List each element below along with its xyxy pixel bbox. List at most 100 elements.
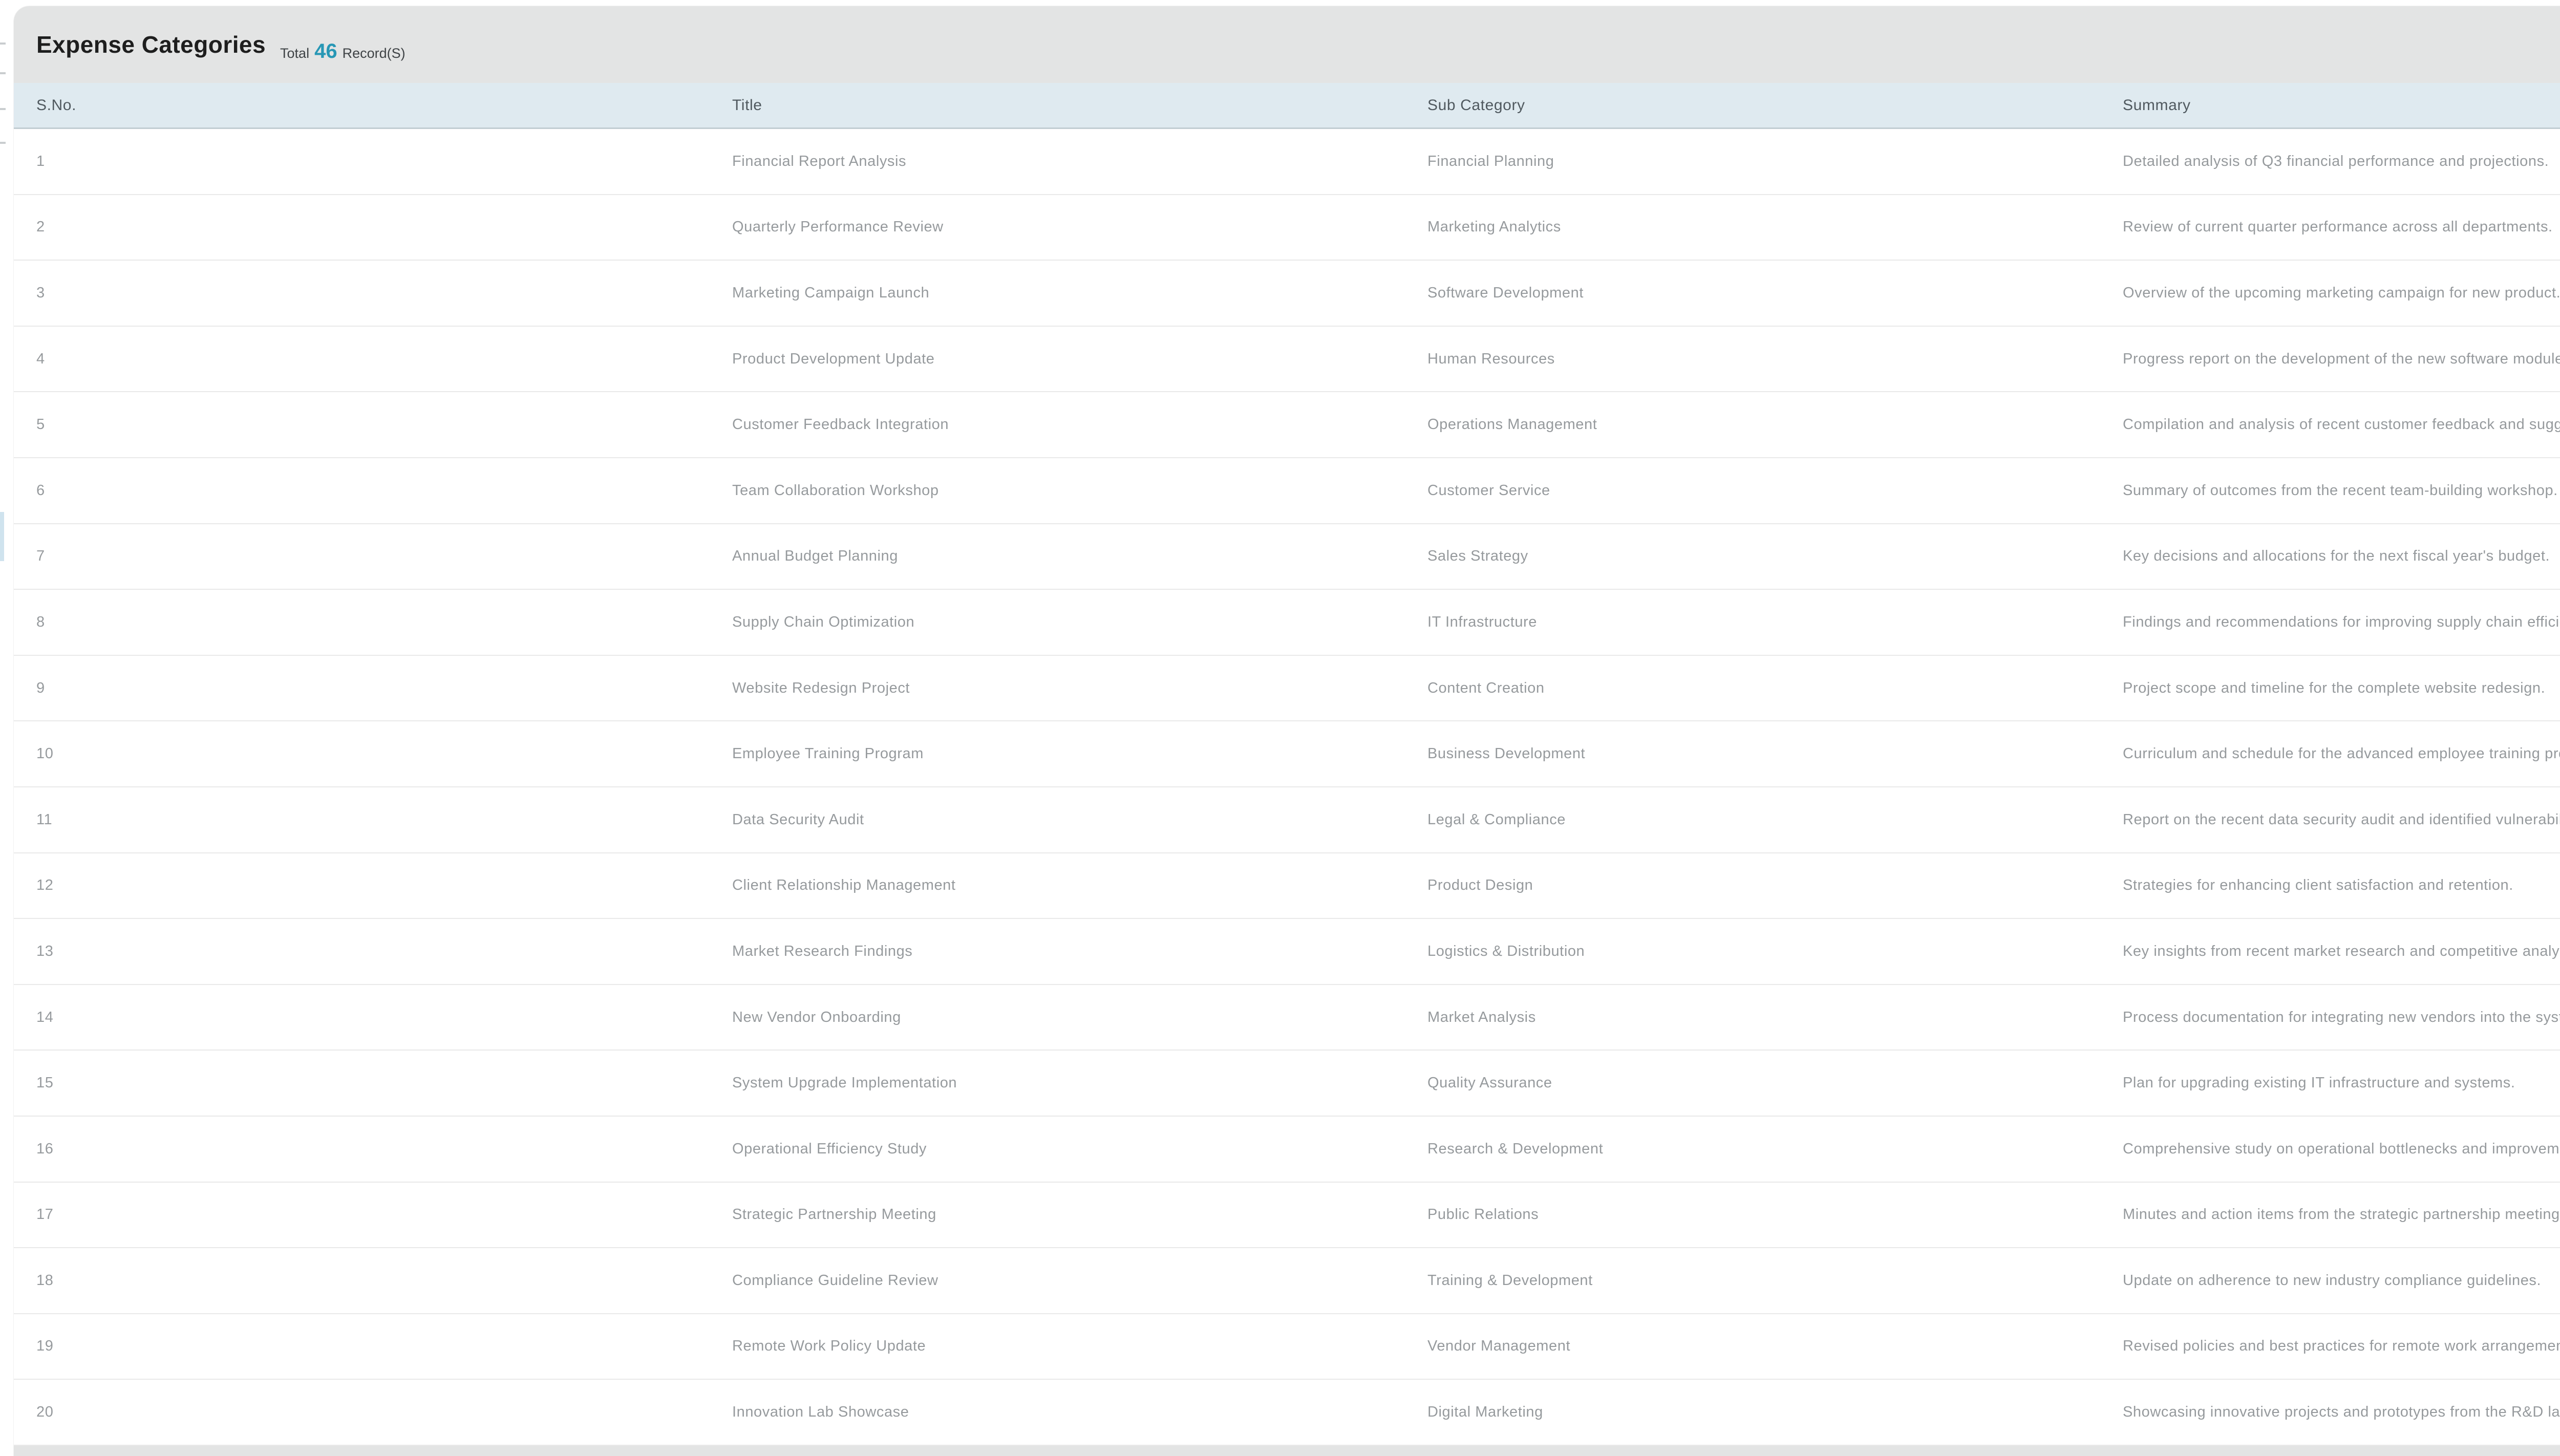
table-row: 13 Market Research Findings Logistics & … bbox=[14, 919, 2560, 985]
cell-title: New Vendor Onboarding bbox=[732, 1009, 901, 1025]
left-edge-artifact bbox=[0, 142, 6, 144]
cell-summary: Findings and recommendations for improvi… bbox=[2123, 613, 2560, 630]
table-row: 7 Annual Budget Planning Sales Strategy … bbox=[14, 524, 2560, 590]
cell-title: Website Redesign Project bbox=[732, 679, 910, 696]
column-header-summary: Summary bbox=[2123, 96, 2191, 114]
cell-title: Customer Feedback Integration bbox=[732, 416, 949, 433]
cell-sno: 10 bbox=[36, 745, 54, 762]
cell-sub-category: Business Development bbox=[1427, 745, 1586, 762]
cell-sub-category: Market Analysis bbox=[1427, 1009, 1536, 1025]
cell-sno: 13 bbox=[36, 943, 54, 959]
cell-sno: 9 bbox=[36, 679, 45, 696]
left-edge-artifact bbox=[0, 512, 4, 561]
records-total-suffix: Record(S) bbox=[342, 45, 406, 61]
records-count: 46 bbox=[314, 39, 337, 62]
table-row: 5 Customer Feedback Integration Operatio… bbox=[14, 392, 2560, 458]
page-title: Expense Categories bbox=[36, 31, 266, 58]
cell-sno: 18 bbox=[36, 1272, 54, 1289]
table-row: 2 Quarterly Performance Review Marketing… bbox=[14, 195, 2560, 261]
table-row: 12 Client Relationship Management Produc… bbox=[14, 853, 2560, 919]
cell-sub-category: Sales Strategy bbox=[1427, 548, 1528, 565]
table-row: 11 Data Security Audit Legal & Complianc… bbox=[14, 787, 2560, 853]
table-row: 18 Compliance Guideline Review Training … bbox=[14, 1248, 2560, 1314]
column-header-sub-category: Sub Category bbox=[1427, 96, 1525, 114]
cell-sub-category: Product Design bbox=[1427, 877, 1533, 894]
cell-sno: 16 bbox=[36, 1140, 54, 1157]
cell-sub-category: Human Resources bbox=[1427, 350, 1555, 367]
table-row: 17 Strategic Partnership Meeting Public … bbox=[14, 1182, 2560, 1249]
cell-summary: Strategies for enhancing client satisfac… bbox=[2123, 877, 2513, 894]
table-row: 19 Remote Work Policy Update Vendor Mana… bbox=[14, 1314, 2560, 1380]
cell-title: Compliance Guideline Review bbox=[732, 1272, 938, 1289]
cell-summary: Process documentation for integrating ne… bbox=[2123, 1009, 2560, 1025]
cell-sno: 15 bbox=[36, 1075, 54, 1091]
cell-sub-category: Financial Planning bbox=[1427, 153, 1554, 169]
records-total-prefix: Total bbox=[280, 45, 310, 61]
cell-title: System Upgrade Implementation bbox=[732, 1075, 957, 1091]
cell-sub-category: Logistics & Distribution bbox=[1427, 943, 1585, 959]
cell-summary: Detailed analysis of Q3 financial perfor… bbox=[2123, 153, 2549, 169]
cell-title: Marketing Campaign Launch bbox=[732, 284, 930, 301]
cell-title: Strategic Partnership Meeting bbox=[732, 1206, 936, 1223]
cell-sno: 2 bbox=[36, 219, 45, 235]
cell-summary: Revised policies and best practices for … bbox=[2123, 1338, 2560, 1355]
table-row: 20 Innovation Lab Showcase Digital Marke… bbox=[14, 1380, 2560, 1446]
cell-sno: 8 bbox=[36, 613, 45, 630]
left-edge-artifact bbox=[0, 108, 6, 110]
table-header: S.No. Title Sub Category Summary Actions bbox=[14, 83, 2560, 129]
cell-sub-category: Marketing Analytics bbox=[1427, 219, 1561, 235]
table-row: 9 Website Redesign Project Content Creat… bbox=[14, 655, 2560, 722]
cell-title: Market Research Findings bbox=[732, 943, 913, 959]
cell-sno: 19 bbox=[36, 1338, 54, 1355]
table-row: 16 Operational Efficiency Study Research… bbox=[14, 1116, 2560, 1183]
table-body: 1 Financial Report Analysis Financial Pl… bbox=[14, 129, 2560, 1446]
cell-sub-category: Operations Management bbox=[1427, 416, 1597, 433]
cell-sno: 5 bbox=[36, 416, 45, 433]
table-row: 8 Supply Chain Optimization IT Infrastru… bbox=[14, 590, 2560, 656]
cell-summary: Minutes and action items from the strate… bbox=[2123, 1206, 2560, 1223]
cell-sub-category: Legal & Compliance bbox=[1427, 811, 1566, 828]
cell-sno: 7 bbox=[36, 548, 45, 565]
cell-summary: Review of current quarter performance ac… bbox=[2123, 219, 2553, 235]
cell-sub-category: IT Infrastructure bbox=[1427, 613, 1538, 630]
cell-title: Remote Work Policy Update bbox=[732, 1338, 926, 1355]
expense-categories-panel: Expense Categories Total 46 Record(S) S.… bbox=[14, 6, 2560, 1456]
cell-sno: 12 bbox=[36, 877, 54, 894]
cell-sno: 4 bbox=[36, 350, 45, 367]
cell-summary: Project scope and timeline for the compl… bbox=[2123, 679, 2546, 696]
cell-title: Quarterly Performance Review bbox=[732, 219, 944, 235]
table-row: 1 Financial Report Analysis Financial Pl… bbox=[14, 129, 2560, 195]
cell-sno: 14 bbox=[36, 1009, 54, 1025]
cell-summary: Showcasing innovative projects and proto… bbox=[2123, 1404, 2560, 1421]
cell-title: Team Collaboration Workshop bbox=[732, 482, 939, 499]
cell-sub-category: Content Creation bbox=[1427, 679, 1545, 696]
cell-title: Financial Report Analysis bbox=[732, 153, 907, 169]
cell-sno: 6 bbox=[36, 482, 45, 499]
cell-sno: 3 bbox=[36, 284, 45, 301]
table-row: 3 Marketing Campaign Launch Software Dev… bbox=[14, 261, 2560, 327]
cell-title: Operational Efficiency Study bbox=[732, 1140, 927, 1157]
table-row: 14 New Vendor Onboarding Market Analysis… bbox=[14, 984, 2560, 1051]
cell-summary: Progress report on the development of th… bbox=[2123, 350, 2560, 367]
table-row: 4 Product Development Update Human Resou… bbox=[14, 326, 2560, 393]
cell-sub-category: Customer Service bbox=[1427, 482, 1550, 499]
table-row: 6 Team Collaboration Workshop Customer S… bbox=[14, 458, 2560, 524]
cell-sub-category: Digital Marketing bbox=[1427, 1404, 1543, 1421]
cell-title: Innovation Lab Showcase bbox=[732, 1404, 909, 1421]
cell-summary: Summary of outcomes from the recent team… bbox=[2123, 482, 2558, 499]
cell-sub-category: Quality Assurance bbox=[1427, 1075, 1552, 1091]
cell-sub-category: Research & Development bbox=[1427, 1140, 1604, 1157]
table-footer bbox=[14, 1445, 2560, 1456]
cell-sub-category: Vendor Management bbox=[1427, 1338, 1571, 1355]
left-edge-artifact bbox=[0, 42, 6, 45]
cell-sno: 11 bbox=[36, 811, 53, 828]
cell-summary: Plan for upgrading existing IT infrastru… bbox=[2123, 1075, 2515, 1091]
cell-sub-category: Software Development bbox=[1427, 284, 1584, 301]
cell-summary: Compilation and analysis of recent custo… bbox=[2123, 416, 2560, 433]
cell-title: Product Development Update bbox=[732, 350, 935, 367]
left-edge-artifact bbox=[0, 72, 6, 74]
cell-summary: Curriculum and schedule for the advanced… bbox=[2123, 745, 2560, 762]
table-row: 15 System Upgrade Implementation Quality… bbox=[14, 1051, 2560, 1117]
cell-sno: 20 bbox=[36, 1404, 54, 1421]
cell-summary: Comprehensive study on operational bottl… bbox=[2123, 1140, 2560, 1157]
